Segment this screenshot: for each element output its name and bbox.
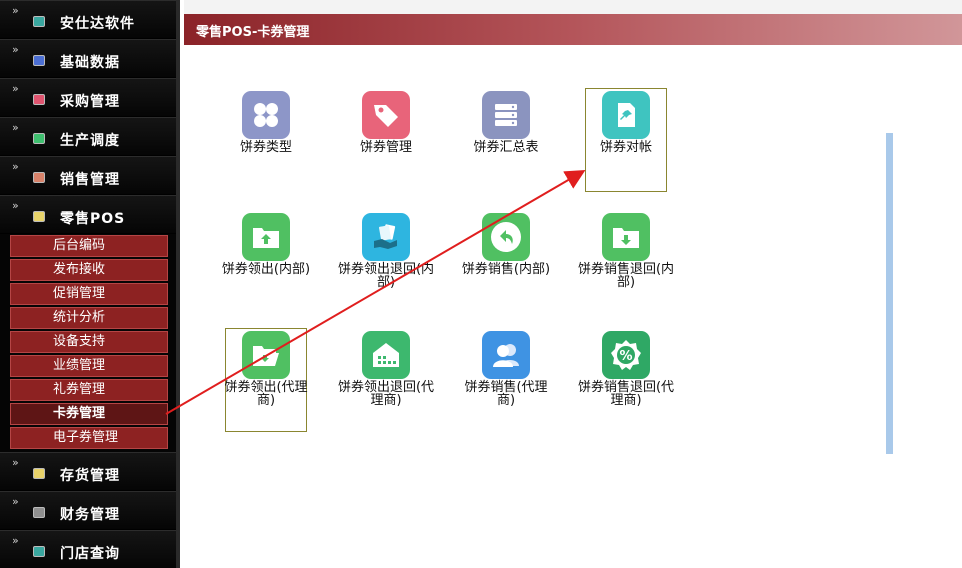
sub-menu-item[interactable]: 业绩管理 — [10, 355, 168, 377]
sub-menu-item[interactable]: 后台编码 — [10, 235, 168, 257]
sidebar-item-app[interactable]: » 安仕达软件 — [0, 0, 176, 39]
purchase-icon — [33, 94, 45, 105]
svg-text:%: % — [619, 349, 632, 364]
tile-label: 饼券销售退回(代理商) — [577, 380, 675, 408]
users-icon — [482, 331, 530, 379]
sidebar: » 安仕达软件 » 基础数据 » 采购管理 » 生产调度 » 销售管理 » 零售POS 后台编码 发布接… — [0, 0, 180, 568]
sub-menu-item[interactable]: 促销管理 — [10, 283, 168, 305]
undo-icon — [482, 213, 530, 261]
content-panel: 饼券类型 饼券管理 饼券汇总表 饼券对帐饼券领出(内部) 饼券领出退回(内部) 饼券销售(… — [184, 45, 962, 568]
tile-label: 饼券领出退回(代理商) — [337, 380, 435, 408]
tile-label: 饼券管理 — [359, 140, 412, 155]
app-icon — [33, 16, 45, 27]
tile-users[interactable]: 饼券销售(代理商) — [456, 331, 556, 407]
tile-grid[interactable]: 饼券类型 — [216, 91, 316, 154]
sales-icon — [33, 172, 45, 183]
expand-arrow-icon: » — [12, 4, 19, 17]
data-icon — [33, 55, 45, 66]
production-icon — [33, 133, 45, 144]
sidebar-item-pos[interactable]: » 零售POS — [0, 195, 176, 234]
tile-label: 饼券领出(内部) — [221, 262, 311, 277]
store-icon — [33, 546, 45, 557]
tile-pin-document[interactable]: 饼券对帐 — [576, 91, 676, 154]
expand-arrow-icon: » — [12, 82, 19, 95]
expand-arrow-icon: » — [12, 534, 19, 547]
expand-arrow-icon: » — [12, 199, 19, 212]
page-title: 零售POS-卡券管理 — [196, 25, 310, 40]
expand-arrow-icon: » — [12, 43, 19, 56]
expand-arrow-icon: » — [12, 160, 19, 173]
tile-label: 饼券销售(代理商) — [464, 380, 548, 408]
sidebar-item-sales[interactable]: » 销售管理 — [0, 156, 176, 195]
tag-icon — [362, 91, 410, 139]
sidebar-item-finance[interactable]: » 财务管理 — [0, 491, 176, 530]
grid-icon — [242, 91, 290, 139]
folder-open-icon — [242, 331, 290, 379]
finance-icon — [33, 507, 45, 518]
tile-folder-upload[interactable]: 饼券领出(内部) — [216, 213, 316, 276]
sidebar-item-label: 销售管理 — [60, 172, 120, 188]
sub-menu-item[interactable]: 统计分析 — [10, 307, 168, 329]
sidebar-item-label: 财务管理 — [60, 507, 120, 523]
expand-arrow-icon: » — [12, 495, 19, 508]
inventory-icon — [33, 468, 45, 479]
tile-label: 饼券汇总表 — [473, 140, 539, 155]
tile-folder-open[interactable]: 饼券领出(代理商) — [216, 331, 316, 407]
tile-label: 饼券领出退回(内部) — [337, 262, 435, 290]
sidebar-item-inventory[interactable]: » 存货管理 — [0, 452, 176, 491]
sub-menu: 后台编码 发布接收 促销管理 统计分析 设备支持 业绩管理 礼券管理 卡券管理 电子券管理 — [0, 234, 176, 452]
sub-menu-item[interactable]: 电子券管理 — [10, 427, 168, 449]
tile-tag[interactable]: 饼券管理 — [336, 91, 436, 154]
sidebar-item-store[interactable]: » 门店查询 — [0, 530, 176, 568]
tile-label: 饼券销售退回(内部) — [577, 262, 675, 290]
sub-menu-item[interactable]: 礼券管理 — [10, 379, 168, 401]
sidebar-item-label: 采购管理 — [60, 94, 120, 110]
pin-document-icon — [602, 91, 650, 139]
sub-menu-item[interactable]: 设备支持 — [10, 331, 168, 353]
page-header: 零售POS-卡券管理 — [184, 14, 962, 45]
sidebar-item-label: 安仕达软件 — [60, 16, 135, 32]
tile-label: 饼券销售(内部) — [461, 262, 551, 277]
tile-folder-download[interactable]: 饼券销售退回(内部) — [576, 213, 676, 289]
hand-money-icon — [362, 213, 410, 261]
sub-menu-item[interactable]: 发布接收 — [10, 259, 168, 281]
vertical-scroll-indicator — [886, 133, 893, 454]
tile-database[interactable]: 饼券汇总表 — [456, 91, 556, 154]
tile-label: 饼券对帐 — [599, 140, 652, 155]
sidebar-item-label: 基础数据 — [60, 55, 120, 71]
discount-badge-icon: % — [602, 331, 650, 379]
sub-menu-item[interactable]: 卡券管理 — [10, 403, 168, 425]
expand-arrow-icon: » — [12, 121, 19, 134]
tile-label: 饼券领出(代理商) — [224, 380, 308, 408]
sidebar-item-label: 零售POS — [60, 211, 126, 227]
tile-discount-badge[interactable]: % 饼券销售退回(代理商) — [576, 331, 676, 407]
expand-arrow-icon: » — [12, 456, 19, 469]
pos-icon — [33, 211, 45, 222]
sidebar-item-label: 存货管理 — [60, 468, 120, 484]
sidebar-item-purchase[interactable]: » 采购管理 — [0, 78, 176, 117]
tile-undo[interactable]: 饼券销售(内部) — [456, 213, 556, 276]
sidebar-item-production[interactable]: » 生产调度 — [0, 117, 176, 156]
database-icon — [482, 91, 530, 139]
warehouse-icon — [362, 331, 410, 379]
tile-hand-money[interactable]: 饼券领出退回(内部) — [336, 213, 436, 289]
folder-upload-icon — [242, 213, 290, 261]
tile-warehouse[interactable]: 饼券领出退回(代理商) — [336, 331, 436, 407]
sidebar-item-data[interactable]: » 基础数据 — [0, 39, 176, 78]
sidebar-item-label: 生产调度 — [60, 133, 120, 149]
top-bar — [184, 0, 962, 14]
tile-label: 饼券类型 — [239, 140, 292, 155]
folder-download-icon — [602, 213, 650, 261]
sidebar-item-label: 门店查询 — [60, 546, 120, 562]
